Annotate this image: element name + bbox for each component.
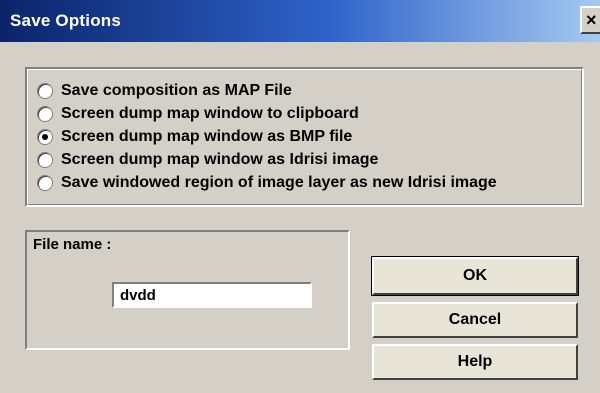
option-dump-idrisi[interactable]: Screen dump map window as Idrisi image <box>37 150 378 170</box>
file-name-input[interactable] <box>112 282 312 308</box>
file-name-group: File name : <box>25 230 350 350</box>
ok-button[interactable]: OK <box>371 256 579 296</box>
option-label: Save composition as MAP File <box>61 82 292 99</box>
close-button[interactable]: × <box>580 6 600 34</box>
radio-button-icon[interactable] <box>37 152 53 168</box>
option-dump-bmp[interactable]: Screen dump map window as BMP file <box>37 127 352 147</box>
option-save-windowed-region[interactable]: Save windowed region of image layer as n… <box>37 173 497 193</box>
option-label: Save windowed region of image layer as n… <box>61 174 497 191</box>
cancel-button[interactable]: Cancel <box>372 302 578 338</box>
radio-button-icon[interactable] <box>37 175 53 191</box>
option-save-map-file[interactable]: Save composition as MAP File <box>37 81 292 101</box>
title-bar[interactable]: Save Options × <box>0 0 600 42</box>
radio-button-checked-icon[interactable] <box>37 129 53 145</box>
help-button[interactable]: Help <box>372 344 578 380</box>
window-title: Save Options <box>10 11 122 30</box>
option-label: Screen dump map window to clipboard <box>61 105 359 122</box>
save-options-dialog: Save Options × Save composition as MAP F… <box>0 0 600 393</box>
radio-button-icon[interactable] <box>37 106 53 122</box>
save-options-group: Save composition as MAP File Screen dump… <box>25 67 584 207</box>
radio-button-icon[interactable] <box>37 83 53 99</box>
option-label: Screen dump map window as Idrisi image <box>61 151 379 168</box>
option-label: Screen dump map window as BMP file <box>61 128 353 145</box>
file-name-label: File name : <box>33 236 112 253</box>
close-icon: × <box>586 10 597 30</box>
option-dump-clipboard[interactable]: Screen dump map window to clipboard <box>37 104 359 124</box>
